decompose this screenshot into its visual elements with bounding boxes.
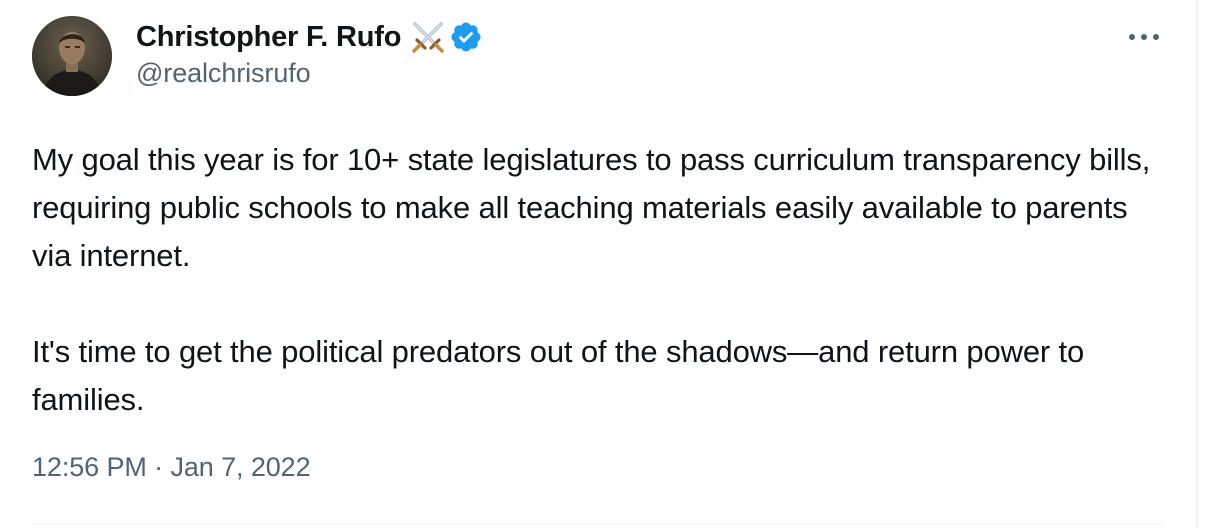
author-display-name[interactable]: Christopher F. Rufo xyxy=(136,21,401,54)
avatar[interactable] xyxy=(32,16,112,96)
more-options-button[interactable] xyxy=(1124,22,1164,52)
author-block: Christopher F. Rufo @realchrisrufo xyxy=(136,18,483,89)
tweet-timestamp[interactable]: 12:56 PM · Jan 7, 2022 xyxy=(32,452,311,483)
author-handle[interactable]: @realchrisrufo xyxy=(136,58,483,89)
more-horizontal-icon xyxy=(1129,34,1159,40)
tweet-text: My goal this year is for 10+ state legis… xyxy=(32,136,1172,424)
tweet-paragraph: It's time to get the political predators… xyxy=(32,334,1085,417)
divider xyxy=(32,524,1164,525)
tweet-paragraph: My goal this year is for 10+ state legis… xyxy=(32,142,1151,273)
column-border xyxy=(1196,0,1198,528)
crossed-swords-icon xyxy=(409,18,447,56)
verified-badge-icon[interactable] xyxy=(449,20,483,54)
name-row: Christopher F. Rufo xyxy=(136,18,483,56)
avatar-photo xyxy=(32,16,112,96)
tweet-card: Christopher F. Rufo @realchrisrufo My go… xyxy=(0,0,1196,528)
